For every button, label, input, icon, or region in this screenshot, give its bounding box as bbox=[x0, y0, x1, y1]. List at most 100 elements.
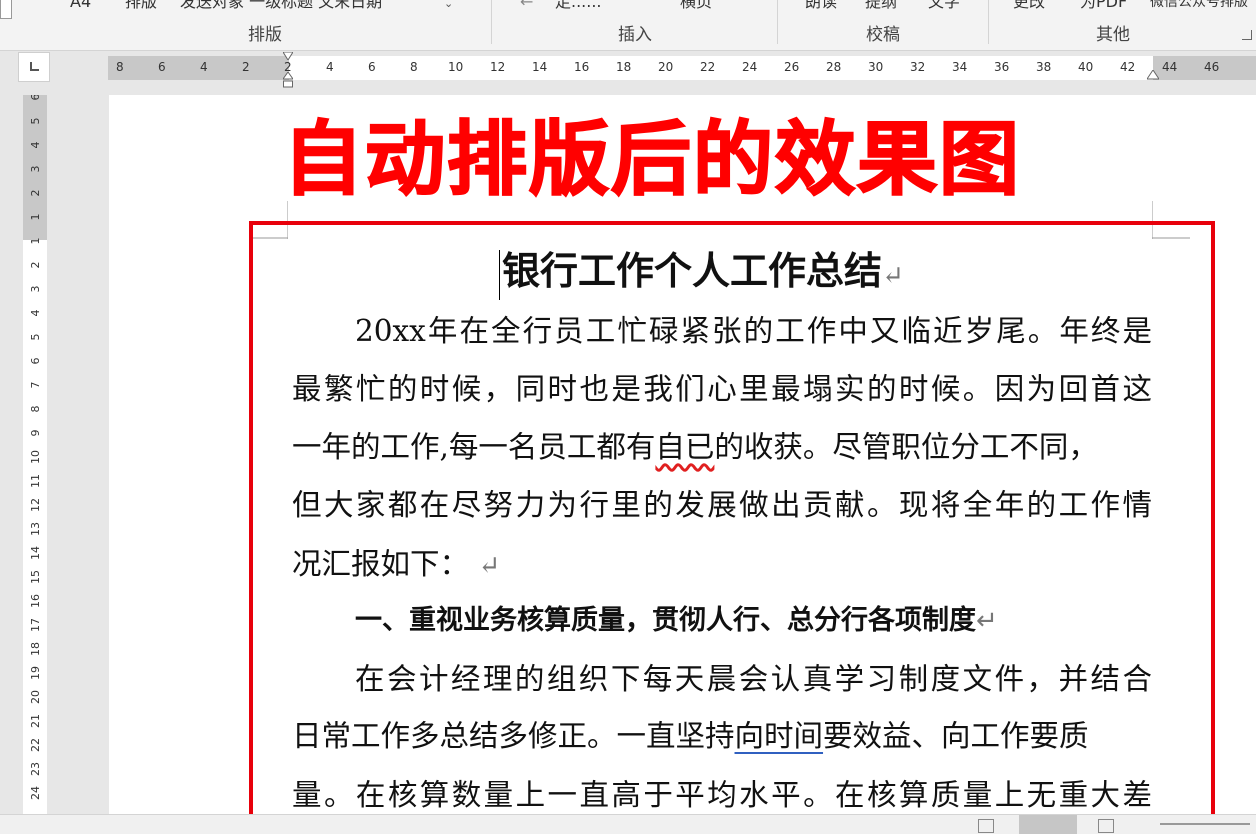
group-divider bbox=[491, 0, 492, 44]
ruler-tick-label: 19 bbox=[29, 666, 42, 680]
body-line: 但大家都在尽努力为行里的发展做出贡献。现将全年的工作情 bbox=[292, 488, 1152, 522]
ruler-tick-label: 36 bbox=[994, 60, 1010, 74]
ruler-tick-label: 2 bbox=[29, 261, 42, 269]
paragraph-mark: ↵ bbox=[882, 261, 904, 291]
ruler-tick-label: 4 bbox=[29, 141, 42, 149]
ruler-tick-label: 20 bbox=[658, 60, 674, 74]
first-line-indent-marker[interactable] bbox=[283, 52, 293, 60]
ruler-tick-label: 12 bbox=[490, 60, 506, 74]
ruler-tick-label: 17 bbox=[29, 618, 42, 632]
group-label-layout: 排版 bbox=[248, 25, 282, 45]
ruler-tick-label: 46 bbox=[1204, 60, 1220, 74]
ruler-tick-label: 21 bbox=[29, 714, 42, 728]
section-heading-text: 一、重视业务核算质量，贯彻人行、总分行各项制度 bbox=[355, 605, 976, 636]
ruler-tick-label: 42 bbox=[1120, 60, 1136, 74]
ruler-tick-label: 16 bbox=[574, 60, 590, 74]
wechat-layout-button[interactable]: 微信公众号排版 bbox=[1150, 0, 1248, 12]
horizontal-ruler[interactable]: 8 6 4 2 2 4 6 8 10 12 14 16 18 20 22 24 26 28 30 32 34 36 38 40… bbox=[108, 56, 1256, 80]
save-as-pdf-button[interactable]: 为PDF bbox=[1080, 0, 1127, 12]
ruler-tick-label: 4 bbox=[326, 60, 334, 74]
ruler-tick-label: 6 bbox=[158, 60, 166, 74]
spelling-error-word[interactable]: 自已 bbox=[655, 430, 714, 464]
ruler-tick-label: 9 bbox=[29, 429, 42, 437]
group-divider bbox=[777, 0, 778, 44]
arrow-icon: ← bbox=[520, 0, 534, 11]
ruler-tick-label: 24 bbox=[742, 60, 758, 74]
insert-item-button[interactable]: 走...... bbox=[555, 0, 602, 12]
ruler-tick-label: 30 bbox=[868, 60, 884, 74]
ruler-tick-label: 8 bbox=[29, 405, 42, 413]
style-gallery[interactable]: 发送对象 一级标题 文末日期 bbox=[180, 0, 382, 12]
ruler-tick-label: 4 bbox=[29, 309, 42, 317]
ruler-tick-label: 2 bbox=[29, 189, 42, 197]
ruler-tick-label: 20 bbox=[29, 690, 42, 704]
status-bar bbox=[0, 814, 1256, 834]
group-label-other: 其他 bbox=[1096, 25, 1130, 45]
text-run: 要效益、向工作要质 bbox=[823, 719, 1089, 753]
document-title-text: 银行工作个人工作总结 bbox=[502, 248, 883, 293]
ruler-tick-label: 16 bbox=[29, 594, 42, 608]
ruler-tick-label: 22 bbox=[29, 738, 42, 752]
ruler-tick-label: 2 bbox=[242, 60, 250, 74]
text-run: 的收获。尽管职位分工不同， bbox=[714, 430, 1098, 464]
group-divider bbox=[988, 0, 989, 44]
landscape-page-button[interactable]: 横页 bbox=[680, 0, 712, 12]
paragraph-mark: ↵ bbox=[976, 606, 998, 636]
tab-stop-selector[interactable] bbox=[18, 52, 50, 82]
read-aloud-button[interactable]: 朗读 bbox=[805, 0, 837, 12]
paper-size-button[interactable]: A4 bbox=[70, 0, 91, 12]
ruler-tick-label: 15 bbox=[29, 570, 42, 584]
ruler-tick-label: 32 bbox=[910, 60, 926, 74]
change-button[interactable]: 更改 bbox=[1013, 0, 1045, 12]
chevron-down-icon[interactable]: ⌄ bbox=[444, 0, 453, 10]
ruler-tick-label: 6 bbox=[29, 357, 42, 365]
ruler-tick-label: 5 bbox=[29, 333, 42, 341]
grammar-flag-word[interactable]: 向时间 bbox=[735, 719, 824, 753]
text-run: 日常工作多总结多修正。一直坚持 bbox=[292, 719, 735, 753]
ruler-tick-label: 3 bbox=[29, 165, 42, 173]
left-tab-icon bbox=[30, 62, 39, 71]
layout-button[interactable]: 排版 bbox=[125, 0, 157, 12]
print-layout-view-button[interactable] bbox=[1019, 815, 1077, 834]
ruler-tick-label: 22 bbox=[700, 60, 716, 74]
zoom-slider[interactable] bbox=[1160, 823, 1250, 825]
vertical-ruler[interactable]: 6 5 4 3 2 1 1 2 3 4 5 6 7 8 9 10 11 12 13 14 15 16 17 18 19 20 21 2… bbox=[23, 95, 47, 833]
text-run: 一年的工作,每一名员工都有 bbox=[292, 430, 656, 464]
text-run: 况汇报如下： bbox=[292, 547, 470, 581]
text-button[interactable]: 文字 bbox=[928, 0, 960, 12]
right-indent-marker[interactable] bbox=[1147, 70, 1159, 80]
body-line: 最繁忙的时候，同时也是我们心里最塌实的时候。因为回首这 bbox=[292, 372, 1152, 406]
ruler-tick-label: 8 bbox=[116, 60, 124, 74]
ribbon-scroll-box[interactable] bbox=[0, 0, 12, 19]
ruler-tick-label: 23 bbox=[29, 762, 42, 776]
ruler-tick-label: 38 bbox=[1036, 60, 1052, 74]
ruler-tick-label: 4 bbox=[200, 60, 208, 74]
body-line: 一年的工作,每一名员工都有自已的收获。尽管职位分工不同， bbox=[292, 427, 1152, 467]
body-line: 日常工作多总结多修正。一直坚持向时间要效益、向工作要质 bbox=[292, 716, 1152, 756]
ruler-tick-label: 44 bbox=[1162, 60, 1178, 74]
ruler-tick-label: 18 bbox=[616, 60, 632, 74]
document-title[interactable]: 银行工作个人工作总结↵ bbox=[499, 243, 904, 304]
ruler-tick-label: 40 bbox=[1078, 60, 1094, 74]
hanging-indent-marker[interactable] bbox=[283, 72, 293, 88]
ruler-tick-label: 6 bbox=[368, 60, 376, 74]
ruler-tick-label: 34 bbox=[952, 60, 968, 74]
ruler-tick-label: 12 bbox=[29, 498, 42, 512]
ruler-tick-label: 13 bbox=[29, 522, 42, 536]
web-layout-icon[interactable] bbox=[1098, 819, 1114, 833]
read-mode-icon[interactable] bbox=[978, 819, 994, 833]
ruler-tick-label: 14 bbox=[532, 60, 548, 74]
paragraph-mark: ↵ bbox=[478, 551, 501, 581]
body-line: 20xx年在全行员工忙碌紧张的工作中又临近岁尾。年终是 bbox=[355, 314, 1152, 348]
section-heading: 一、重视业务核算质量，贯彻人行、总分行各项制度↵ bbox=[355, 601, 1215, 641]
ruler-tick-label: 10 bbox=[29, 450, 42, 464]
group-label-proofread: 校稿 bbox=[866, 25, 900, 45]
banner-title: 自动排版后的效果图 bbox=[282, 112, 1021, 207]
outline-button[interactable]: 提纲 bbox=[865, 0, 897, 12]
dialog-launcher-icon[interactable] bbox=[1242, 30, 1252, 40]
text-cursor bbox=[499, 249, 500, 300]
body-line: 量。在核算数量上一直高于平均水平。在核算质量上无重大差 bbox=[292, 778, 1152, 812]
ruler-tick-label: 5 bbox=[29, 117, 42, 125]
ruler-tick-label: 10 bbox=[448, 60, 464, 74]
ruler-tick-label: 1 bbox=[29, 237, 42, 245]
